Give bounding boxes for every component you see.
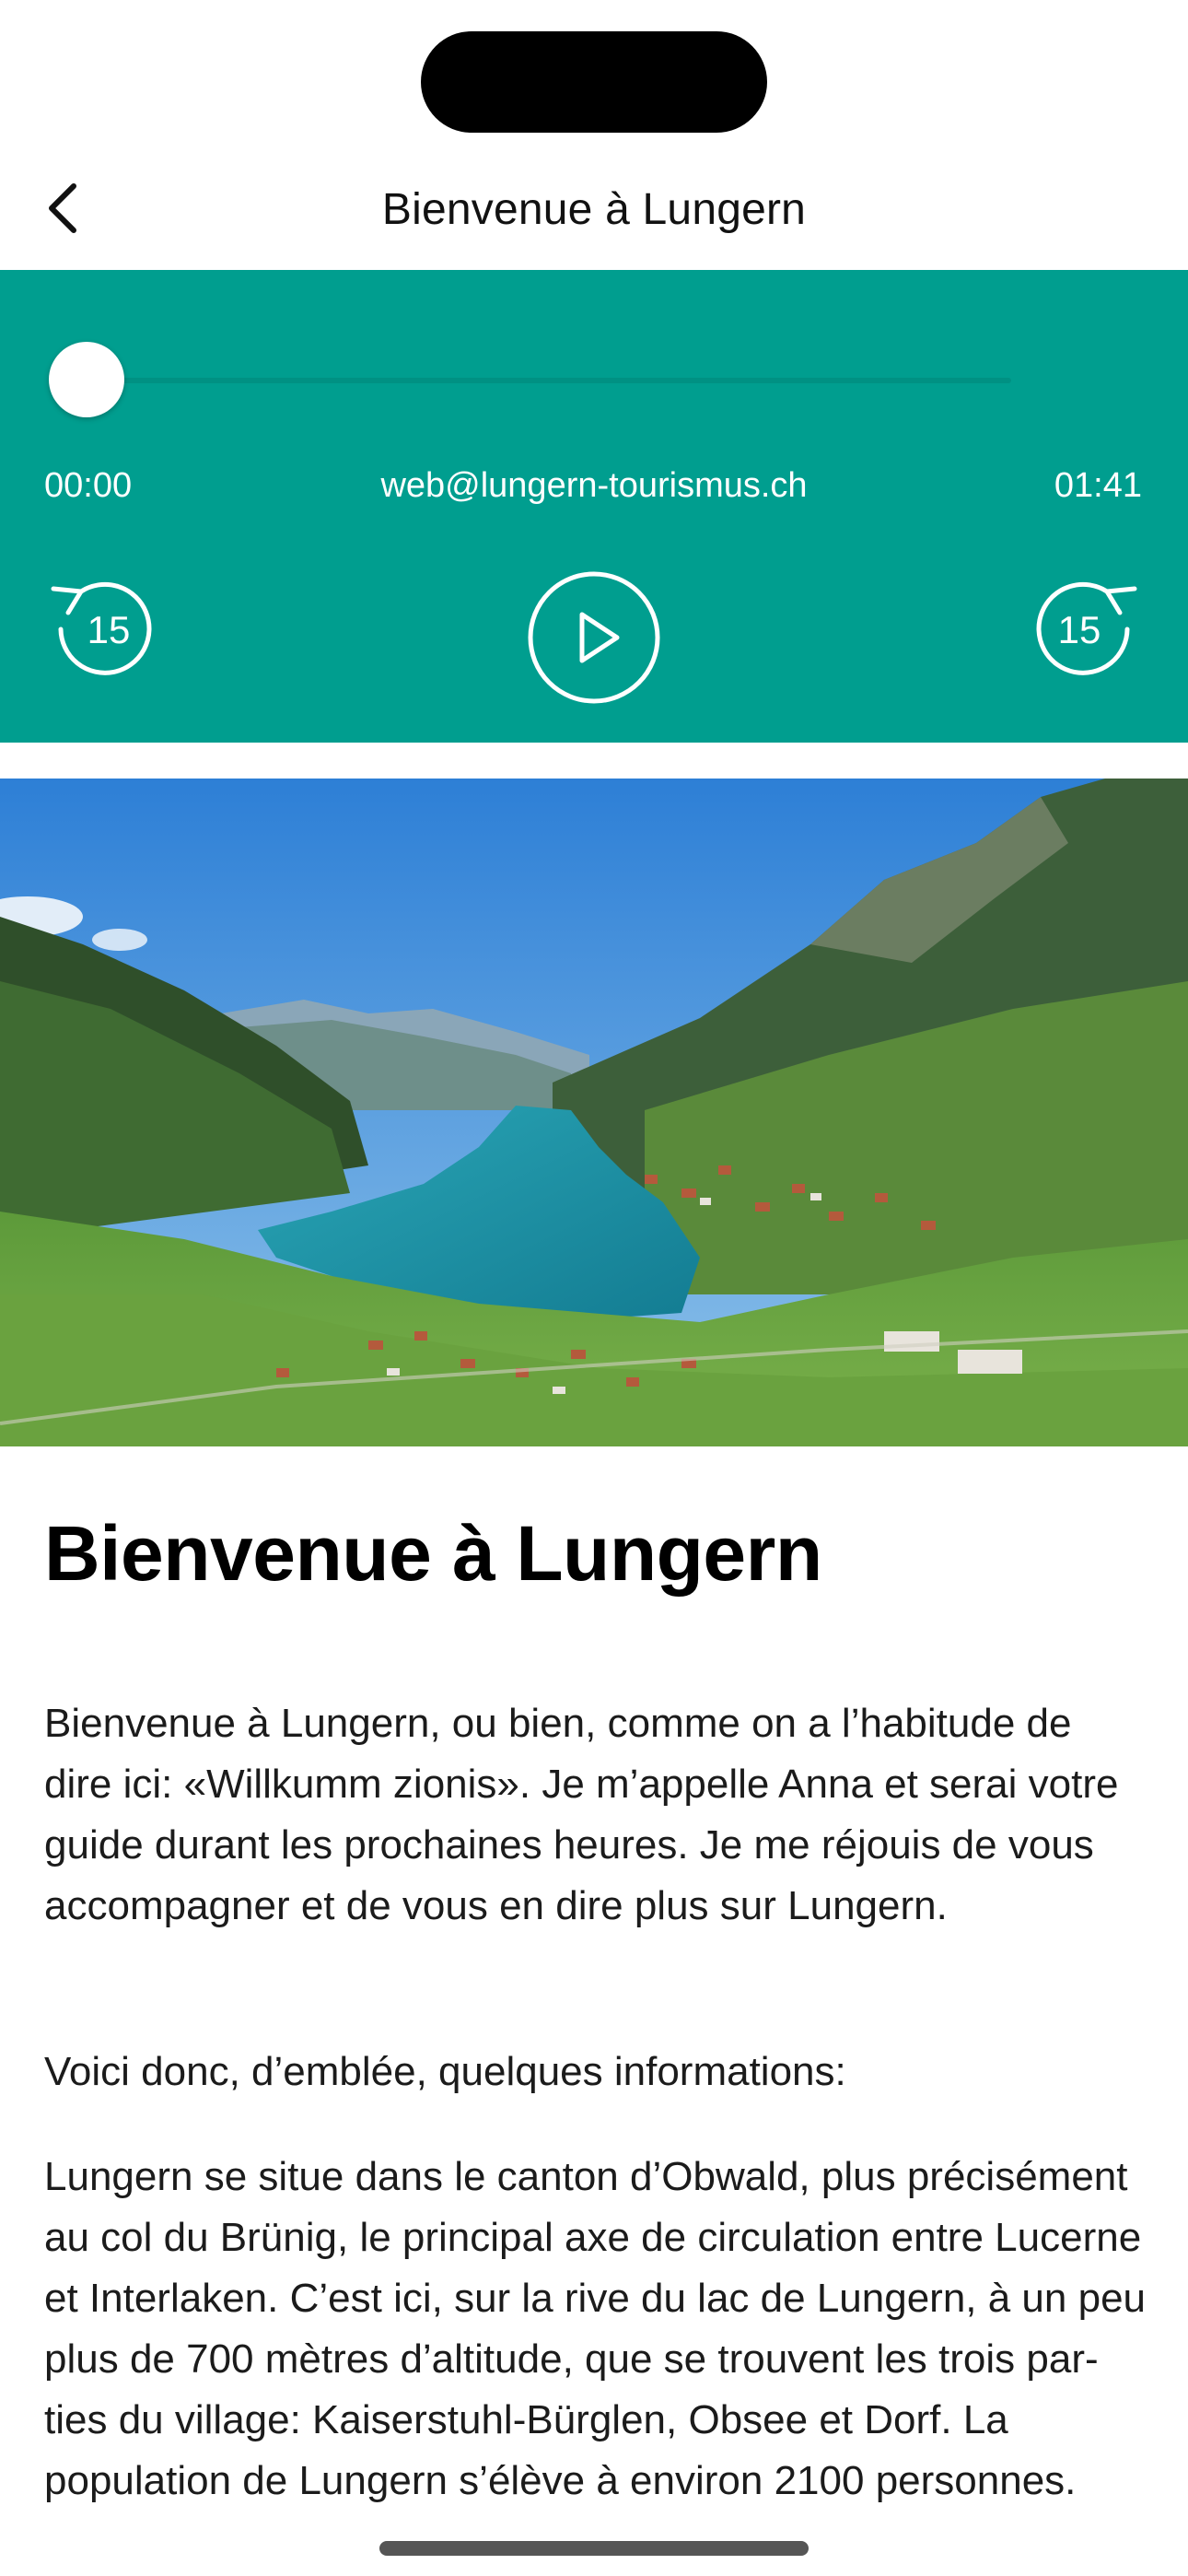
navigation-bar: Bienvenue à Lungern: [0, 147, 1188, 270]
article-paragraph: Lungern se situe dans le canton d’Obwald…: [44, 2154, 1147, 2503]
article-paragraph: Bienvenue à Lungern, ou bien, comme on a…: [44, 1701, 1119, 1928]
play-button[interactable]: [527, 570, 661, 705]
article-title: Bienvenue à Lungern: [44, 1510, 822, 1597]
progress-track[interactable]: [85, 378, 1011, 383]
nav-title: Bienvenue à Lungern: [381, 185, 807, 234]
play-icon: [527, 570, 661, 705]
dynamic-island: [421, 31, 767, 133]
article: Bienvenue à Lungern Bienvenue à Lungern,…: [44, 1510, 1149, 2503]
time-total: 01:41: [1054, 466, 1142, 505]
forward-label: 15: [1057, 608, 1101, 651]
home-indicator[interactable]: [379, 2541, 809, 2556]
progress-thumb[interactable]: [49, 342, 124, 417]
rewind-label: 15: [87, 608, 131, 651]
rewind-15-button[interactable]: 15: [44, 572, 158, 686]
article-paragraph: Voici donc, d’emblée, quelques informati…: [44, 2049, 846, 2094]
audio-player: 00:00 web@lungern-tourismus.ch 01:41 15: [0, 270, 1188, 743]
player-email: web@lungern-tourismus.ch: [380, 466, 808, 505]
screen: Bienvenue à Lungern 00:00 web@lungern-to…: [0, 0, 1188, 2576]
forward-15-button[interactable]: 15: [1030, 572, 1144, 686]
lake-landscape-image: [0, 779, 1188, 1446]
hero-image: [0, 779, 1188, 1446]
